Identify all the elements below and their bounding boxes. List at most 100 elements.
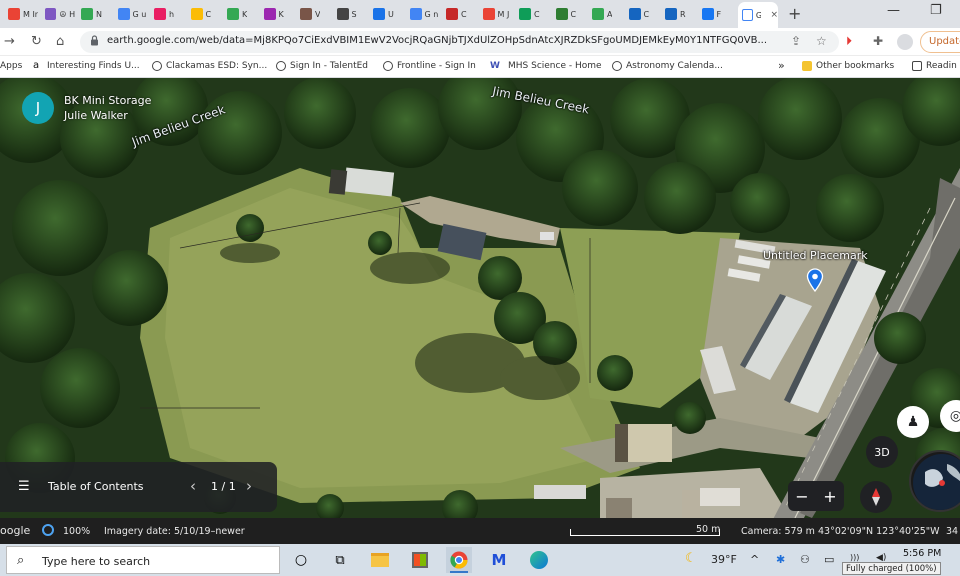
address-bar[interactable]: earth.google.com/web/data=Mj8KPQo7CiExdV…	[80, 31, 839, 53]
bookmarks-more-button[interactable]: »	[778, 59, 785, 72]
browser-tab[interactable]: h	[150, 3, 185, 25]
chevron-left-icon[interactable]: ‹	[190, 477, 196, 495]
amazon-icon: a	[33, 61, 43, 71]
browser-tab[interactable]: G u	[114, 3, 149, 25]
malwarebytes-icon[interactable]: M	[486, 547, 512, 573]
tab-label: M J	[497, 9, 510, 19]
bookmark-interesting-finds[interactable]: a Interesting Finds U...	[33, 61, 140, 71]
microsoft-store-icon[interactable]	[407, 547, 433, 573]
pegman-icon[interactable]: ♟	[897, 406, 929, 438]
windows-taskbar: ⌕ Type here to search ○ ⧉ M ☾ 39°F ^ ✱ ⚇…	[0, 544, 960, 576]
share-icon[interactable]: ⇪	[791, 34, 801, 48]
placemark-pin-icon[interactable]	[806, 268, 824, 292]
zoom-out-button[interactable]: −	[795, 487, 808, 506]
tab-favicon-icon	[81, 8, 93, 20]
zoom-in-button[interactable]: +	[823, 487, 836, 506]
browser-tab[interactable]: C	[442, 3, 477, 25]
tab-label: U	[388, 9, 394, 19]
bookmark-clackamas-esd[interactable]: Clackamas ESD: Syn...	[152, 61, 267, 71]
list-menu-icon[interactable]: ☰	[18, 479, 30, 494]
wix-icon: W	[490, 61, 500, 71]
browser-tab[interactable]: V	[296, 3, 331, 25]
other-bookmarks-folder[interactable]: Other bookmarks	[802, 61, 894, 71]
weather-temperature[interactable]: 39°F	[711, 553, 737, 566]
file-explorer-icon[interactable]	[367, 547, 393, 573]
taskbar-search-box[interactable]: ⌕ Type here to search	[6, 546, 280, 574]
bookmark-mhs-science[interactable]: W MHS Science - Home	[490, 61, 602, 71]
task-view-icon[interactable]: ⧉	[327, 547, 353, 573]
restore-button[interactable]: ❐	[930, 3, 942, 18]
browser-tab[interactable]: N	[77, 3, 112, 25]
tab-label: K	[278, 9, 284, 19]
earth-viewport[interactable]: J BK Mini Storage Julie Walker Jim Belie…	[0, 78, 960, 544]
project-card[interactable]: J BK Mini Storage Julie Walker	[22, 92, 151, 124]
table-of-contents-panel[interactable]: ☰ Table of Contents ‹ 1 / 1 ›	[0, 462, 277, 512]
update-button[interactable]: Update	[920, 31, 960, 53]
chrome-taskbar-icon[interactable]	[446, 547, 472, 573]
chevron-right-icon[interactable]: ›	[246, 477, 252, 495]
browser-tab[interactable]: ☮ H	[41, 3, 75, 25]
tab-label: C	[534, 9, 540, 19]
placemark-label[interactable]: Untitled Placemark	[763, 249, 868, 262]
people-icon[interactable]: ⚇	[800, 553, 810, 566]
weather-moon-icon[interactable]: ☾	[685, 551, 697, 566]
battery-tooltip: Fully charged (100%)	[842, 562, 941, 575]
tab-favicon-icon	[409, 8, 422, 20]
forward-icon[interactable]: →	[4, 34, 15, 49]
extension-icon[interactable]: ⏵	[846, 34, 852, 49]
tab-label: R	[680, 9, 686, 19]
browser-tab[interactable]: S	[333, 3, 368, 25]
cortana-icon[interactable]: ○	[288, 547, 314, 573]
browser-tab[interactable]: G n	[406, 3, 441, 25]
google-logo: oogle	[0, 524, 31, 537]
toc-title: Table of Contents	[48, 480, 144, 493]
browser-tab[interactable]: C	[552, 3, 587, 25]
new-tab-button[interactable]: +	[788, 4, 801, 23]
profile-avatar[interactable]	[897, 34, 913, 50]
browser-tab[interactable]: M J	[479, 3, 514, 25]
reading-list[interactable]: Readin	[912, 61, 957, 71]
browser-tab[interactable]: C	[187, 3, 222, 25]
home-icon[interactable]: ⌂	[56, 34, 64, 49]
globe-icon	[276, 61, 286, 71]
bookmarks-bar: Apps a Interesting Finds U... Clackamas …	[0, 56, 960, 78]
bookmark-label: Sign In - TalentEd	[290, 61, 369, 71]
folder-icon	[802, 61, 812, 71]
load-percent: 100%	[63, 526, 91, 537]
browser-tab[interactable]: R	[661, 3, 696, 25]
browser-toolbar: → ↻ ⌂ earth.google.com/web/data=Mj8KPQo7…	[0, 28, 960, 56]
bookmark-astronomy-calendar[interactable]: Astronomy Calenda...	[612, 61, 723, 71]
tray-chevron-up-icon[interactable]: ^	[750, 553, 759, 566]
browser-tab[interactable]: A	[588, 3, 623, 25]
browser-tab[interactable]: M Ir	[4, 3, 39, 25]
reload-icon[interactable]: ↻	[31, 34, 42, 49]
bookmark-label: Clackamas ESD: Syn...	[166, 61, 268, 71]
tab-label: A	[607, 9, 613, 19]
browser-tab[interactable]: U	[369, 3, 404, 25]
tab-google-earth[interactable]: G ×	[738, 2, 778, 28]
close-tab-icon[interactable]: ×	[770, 10, 778, 20]
battery-icon[interactable]: ▭	[824, 553, 834, 566]
browser-tab[interactable]: C	[625, 3, 660, 25]
browser-tab[interactable]: F	[698, 3, 733, 25]
tab-favicon-icon	[701, 8, 714, 20]
edge-icon[interactable]	[526, 547, 552, 573]
other-bookmarks-label: Other bookmarks	[816, 61, 895, 71]
bookmark-talented[interactable]: Sign In - TalentEd	[276, 61, 368, 71]
globe-icon	[383, 61, 393, 71]
3d-toggle-button[interactable]: 3D	[866, 436, 898, 468]
browser-tab[interactable]: K	[223, 3, 258, 25]
minimize-button[interactable]: —	[887, 3, 900, 18]
browser-tab[interactable]: K	[260, 3, 295, 25]
globe-icon	[152, 61, 162, 71]
browser-tab[interactable]: C	[515, 3, 550, 25]
bookmark-apps[interactable]: Apps	[0, 61, 22, 71]
compass-icon[interactable]	[860, 481, 892, 513]
tab-label: C	[643, 9, 650, 19]
bookmark-star-icon[interactable]: ☆	[816, 34, 827, 48]
camera-altitude: Camera: 579 m	[741, 526, 815, 537]
bluetooth-icon[interactable]: ✱	[776, 553, 785, 566]
extensions-puzzle-icon[interactable]: ✚	[873, 34, 883, 48]
wifi-icon[interactable]: )))	[850, 553, 859, 562]
bookmark-frontline[interactable]: Frontline - Sign In	[383, 61, 476, 71]
